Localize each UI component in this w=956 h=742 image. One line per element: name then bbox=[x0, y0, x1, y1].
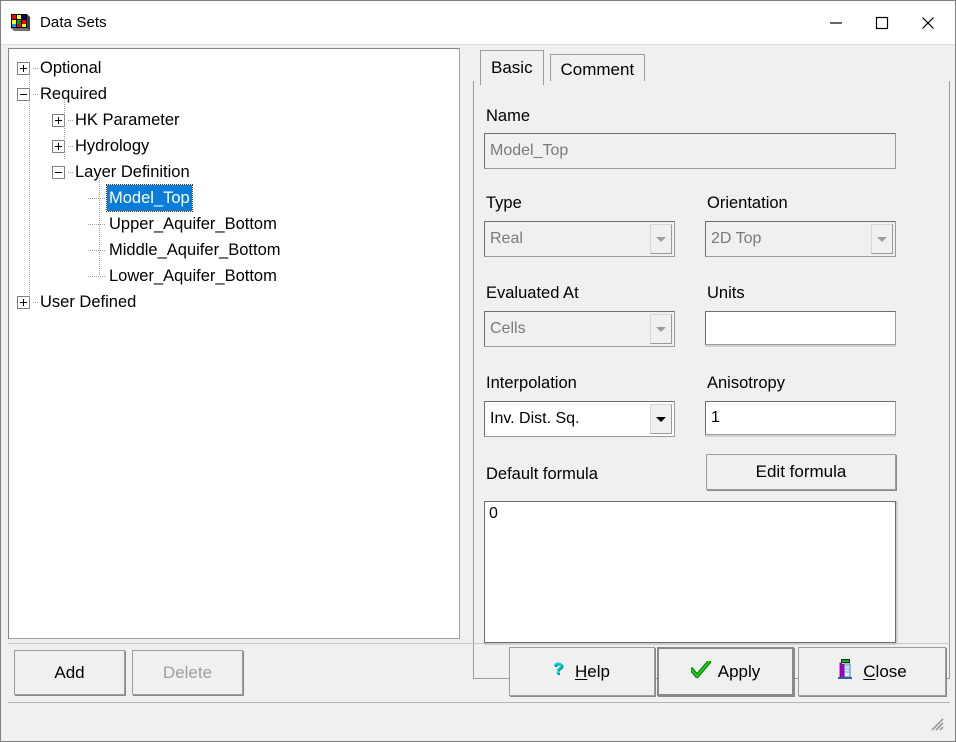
chevron-down-icon[interactable] bbox=[650, 224, 672, 254]
close-label-rest: lose bbox=[875, 661, 907, 681]
tree-connector bbox=[88, 276, 105, 277]
anisotropy-field[interactable]: 1 bbox=[705, 401, 896, 435]
default-formula-textarea[interactable] bbox=[484, 501, 896, 643]
tree-item[interactable]: Layer Definition bbox=[9, 159, 459, 185]
close-button[interactable] bbox=[905, 1, 951, 44]
tree-connector bbox=[88, 224, 105, 225]
tree-item[interactable]: Model_Top bbox=[9, 184, 459, 212]
chevron-down-icon[interactable] bbox=[650, 404, 672, 434]
tree-item[interactable]: Required bbox=[9, 81, 459, 107]
tree-trunk-root bbox=[29, 68, 30, 302]
orientation-label: Orientation bbox=[707, 194, 788, 212]
type-label: Type bbox=[486, 194, 522, 212]
tree-item-label: Upper_Aquifer_Bottom bbox=[109, 215, 277, 233]
tab-label: Basic bbox=[491, 58, 533, 77]
help-button[interactable]: ? ? Help bbox=[509, 647, 655, 696]
basic-tab-page: Name Model_Top Type Real Orientation 2D … bbox=[473, 81, 950, 679]
data-sets-tree-panel[interactable]: Optional Required HK Parameter Hydrology Lay… bbox=[8, 48, 460, 639]
title-bar: Data Sets bbox=[1, 1, 955, 45]
tree-item-label: Required bbox=[40, 85, 107, 103]
evaluated-at-label: Evaluated At bbox=[486, 284, 579, 302]
type-dropdown[interactable]: Real bbox=[484, 221, 675, 257]
tree-item-label: Lower_Aquifer_Bottom bbox=[109, 267, 277, 285]
name-field[interactable]: Model_Top bbox=[484, 133, 896, 169]
tree-item-label: Middle_Aquifer_Bottom bbox=[109, 241, 281, 259]
tree-item[interactable]: HK Parameter bbox=[9, 107, 459, 133]
svg-text:?: ? bbox=[554, 660, 563, 678]
tree-item[interactable]: User Defined bbox=[9, 289, 459, 315]
tree-item[interactable]: Middle_Aquifer_Bottom bbox=[9, 237, 459, 263]
tree-item-label: Hydrology bbox=[75, 137, 150, 155]
data-sets-tree: Optional Required HK Parameter Hydrology Lay… bbox=[9, 49, 459, 315]
tree-item[interactable]: Lower_Aquifer_Bottom bbox=[9, 263, 459, 289]
apply-button[interactable]: Apply bbox=[657, 647, 794, 696]
collapse-icon[interactable] bbox=[52, 165, 65, 179]
name-label: Name bbox=[486, 107, 531, 125]
tab-label: Comment bbox=[560, 59, 635, 79]
help-label-rest: elp bbox=[587, 661, 610, 681]
tree-connector bbox=[88, 250, 105, 251]
delete-button[interactable]: Delete bbox=[132, 650, 243, 695]
edit-formula-button[interactable]: Edit formula bbox=[706, 454, 896, 490]
question-mark-icon: ? ? bbox=[553, 659, 568, 684]
units-label: Units bbox=[707, 284, 745, 302]
datasets-cube-icon bbox=[11, 13, 31, 32]
interpolation-dropdown[interactable]: Inv. Dist. Sq. bbox=[484, 401, 675, 437]
green-check-icon bbox=[688, 658, 712, 683]
anisotropy-label: Anisotropy bbox=[707, 374, 785, 392]
tree-item[interactable]: Optional bbox=[9, 55, 459, 81]
close-footer-button[interactable]: Close bbox=[798, 647, 946, 696]
tree-connector bbox=[88, 198, 105, 199]
chevron-down-icon[interactable] bbox=[871, 224, 893, 254]
maximize-button[interactable] bbox=[859, 1, 905, 44]
tree-item-label: User Defined bbox=[40, 293, 137, 311]
minimize-button[interactable] bbox=[813, 1, 859, 44]
tab-bar: Basic Comment bbox=[473, 48, 950, 85]
tree-trunk-required bbox=[64, 100, 65, 159]
units-field[interactable] bbox=[705, 311, 896, 345]
default-formula-label: Default formula bbox=[486, 465, 598, 483]
tab-comment[interactable]: Comment bbox=[549, 54, 646, 84]
tree-item-label: Model_Top bbox=[106, 184, 193, 212]
tree-item[interactable]: Hydrology bbox=[9, 133, 459, 159]
tree-item-label: HK Parameter bbox=[75, 111, 180, 129]
interpolation-label: Interpolation bbox=[486, 374, 577, 392]
evaluated-at-dropdown[interactable]: Cells bbox=[484, 311, 675, 347]
resize-grip-icon[interactable] bbox=[929, 716, 945, 732]
tree-trunk-layers bbox=[99, 178, 100, 276]
tab-basic[interactable]: Basic bbox=[480, 50, 544, 85]
chevron-down-icon[interactable] bbox=[650, 314, 672, 344]
exit-door-icon bbox=[837, 659, 856, 684]
tree-item-label: Optional bbox=[40, 59, 102, 77]
status-bar bbox=[8, 702, 950, 736]
dialog-body: Optional Required HK Parameter Hydrology Lay… bbox=[1, 45, 955, 741]
window-title: Data Sets bbox=[40, 14, 107, 31]
add-button[interactable]: Add bbox=[14, 650, 125, 695]
footer-divider-top bbox=[8, 643, 950, 644]
tree-item-label: Layer Definition bbox=[75, 163, 190, 181]
tree-item[interactable]: Upper_Aquifer_Bottom bbox=[9, 211, 459, 237]
active-tab-mask bbox=[481, 81, 543, 83]
data-sets-dialog: Data Sets Optional Required HK Parameter Hy… bbox=[0, 0, 956, 742]
orientation-dropdown[interactable]: 2D Top bbox=[705, 221, 896, 257]
